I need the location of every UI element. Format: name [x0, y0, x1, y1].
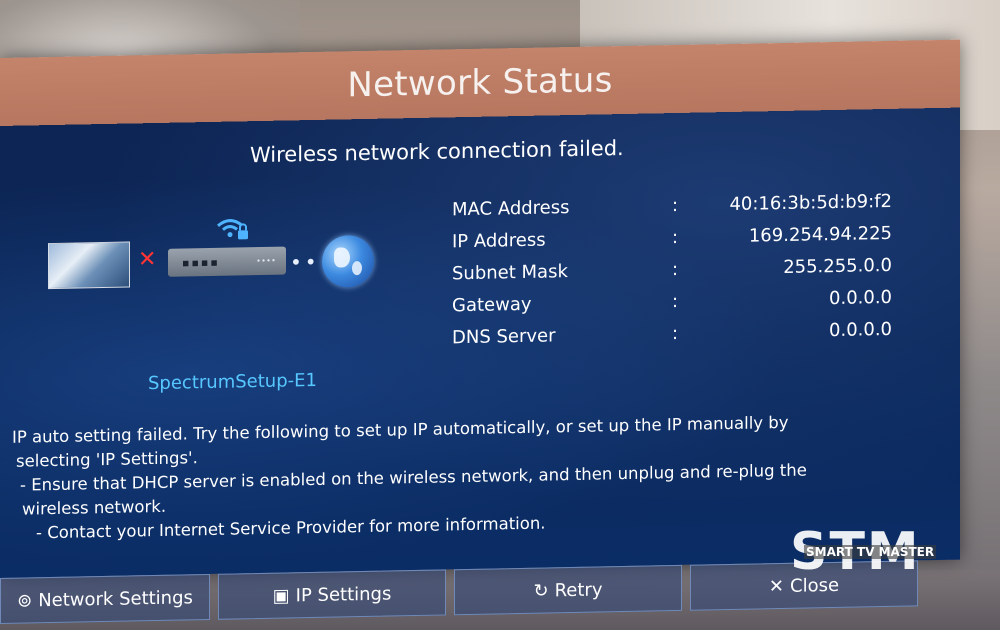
network-diagram: ✕ ▪▪▪▪ ∙∙∙∙ ••• SpectrumSetup-E1 — [0, 118, 420, 406]
info-separator: : — [672, 258, 679, 280]
watermark-logo: STM SMART TV MASTER — [790, 522, 940, 582]
button-label: IP Settings — [295, 582, 392, 606]
info-value: 0.0.0.0 — [829, 318, 892, 341]
ip-settings-button[interactable]: ▣ IP Settings — [218, 569, 446, 620]
dialog-title: Network Status — [347, 60, 613, 106]
info-value: 0.0.0.0 — [829, 286, 892, 309]
wifi-lock-icon — [214, 213, 250, 244]
info-value: 255.255.0.0 — [783, 254, 892, 278]
info-value: 169.254.94.225 — [748, 222, 892, 247]
wifi-settings-icon: ⊚ — [17, 589, 33, 612]
info-separator: : — [672, 226, 679, 248]
retry-button[interactable]: ↻ Retry — [454, 564, 682, 616]
info-separator: : — [672, 194, 679, 216]
router-ports: ▪▪▪▪ — [182, 255, 220, 270]
ip-card-icon: ▣ — [272, 584, 290, 607]
close-icon: ✕ — [768, 575, 785, 597]
network-name: SpectrumSetup-E1 — [148, 369, 317, 395]
network-status-dialog: Network Status Wireless network connecti… — [0, 39, 960, 624]
router-leds: ∙∙∙∙ — [255, 255, 276, 266]
connection-failed-icon: ✕ — [138, 246, 157, 273]
info-separator: : — [672, 322, 679, 344]
network-settings-button[interactable]: ⊚ Network Settings — [0, 573, 210, 624]
button-label: Network Settings — [38, 586, 193, 611]
info-value: 40:16:3b:5d:b9:f2 — [729, 190, 892, 215]
info-label: DNS Server — [452, 324, 556, 348]
globe-icon — [322, 234, 374, 288]
network-info-table: MAC Address : 40:16:3b:5d:b9:f2 IP Addre… — [452, 185, 892, 353]
button-label: Retry — [554, 578, 603, 601]
help-message: IP auto setting failed. Try the followin… — [12, 408, 912, 545]
info-label: Subnet Mask — [452, 260, 568, 284]
tv-icon — [48, 241, 130, 290]
router-icon: ▪▪▪▪ ∙∙∙∙ — [168, 246, 286, 277]
info-separator: : — [672, 290, 679, 312]
dialog-content: Wireless network connection failed. ✕ ▪▪… — [0, 107, 960, 624]
refresh-icon: ↻ — [533, 579, 549, 602]
info-label: MAC Address — [452, 196, 570, 220]
watermark-small: SMART TV MASTER — [804, 545, 937, 559]
info-label: Gateway — [452, 293, 532, 316]
info-label: IP Address — [452, 229, 546, 252]
